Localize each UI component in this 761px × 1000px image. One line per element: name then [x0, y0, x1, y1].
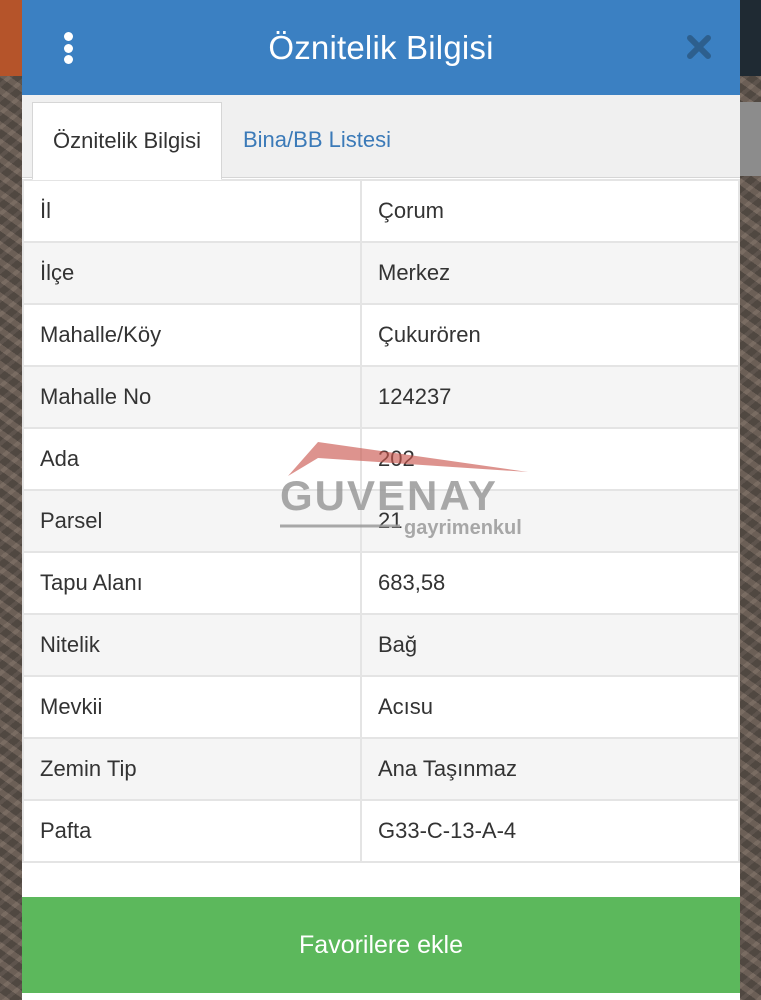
- attribute-value: 21: [360, 489, 740, 553]
- attribute-value: 124237: [360, 365, 740, 429]
- attribute-key: Mahalle/Köy: [22, 303, 362, 367]
- attribute-key: Mevkii: [22, 675, 362, 739]
- table-row: Parsel 21: [22, 489, 740, 553]
- attribute-value: Çorum: [360, 179, 740, 243]
- close-icon[interactable]: [684, 30, 714, 64]
- tab-building-list[interactable]: Bina/BB Listesi: [243, 103, 391, 177]
- map-toolbar-edge: [0, 0, 22, 76]
- attribute-value: Çukurören: [360, 303, 740, 367]
- attribute-value: Acısu: [360, 675, 740, 739]
- attribute-value: Bağ: [360, 613, 740, 677]
- tab-bar: Öznitelik Bilgisi Bina/BB Listesi: [22, 95, 740, 180]
- tab-attribute-info[interactable]: Öznitelik Bilgisi: [32, 102, 222, 180]
- table-row: Ada 202: [22, 427, 740, 491]
- table-row: Zemin Tip Ana Taşınmaz: [22, 737, 740, 801]
- attribute-value: G33-C-13-A-4: [360, 799, 740, 863]
- attribute-info-modal: Öznitelik Bilgisi Öznitelik Bilgisi Bina…: [22, 0, 740, 1000]
- table-row: Mahalle No 124237: [22, 365, 740, 429]
- map-toolbar-edge-right: [739, 0, 761, 76]
- table-row: İlçe Merkez: [22, 241, 740, 305]
- attribute-key: Zemin Tip: [22, 737, 362, 801]
- table-row: Mahalle/Köy Çukurören: [22, 303, 740, 367]
- attribute-key: Pafta: [22, 799, 362, 863]
- add-to-favorites-button[interactable]: Favorilere ekle: [22, 897, 740, 993]
- attribute-key: Nitelik: [22, 613, 362, 677]
- attribute-value: Merkez: [360, 241, 740, 305]
- table-row: Nitelik Bağ: [22, 613, 740, 677]
- table-row: Tapu Alanı 683,58: [22, 551, 740, 615]
- table-row: Pafta G33-C-13-A-4: [22, 799, 740, 863]
- vertical-ellipsis-icon[interactable]: [60, 32, 76, 64]
- modal-title: Öznitelik Bilgisi: [268, 28, 494, 66]
- attribute-key: Tapu Alanı: [22, 551, 362, 615]
- attribute-key: İl: [22, 179, 362, 243]
- attribute-value: 683,58: [360, 551, 740, 615]
- attribute-key: Ada: [22, 427, 362, 491]
- table-row: Mevkii Acısu: [22, 675, 740, 739]
- attribute-key: Mahalle No: [22, 365, 362, 429]
- attribute-table: İl Çorum İlçe Merkez Mahalle/Köy Çukurören Mah…: [22, 179, 740, 863]
- map-side-tab: [739, 102, 761, 176]
- modal-header: Öznitelik Bilgisi: [22, 0, 740, 95]
- attribute-value: Ana Taşınmaz: [360, 737, 740, 801]
- table-row: İl Çorum: [22, 179, 740, 243]
- attribute-key: Parsel: [22, 489, 362, 553]
- attribute-key: İlçe: [22, 241, 362, 305]
- attribute-value: 202: [360, 427, 740, 491]
